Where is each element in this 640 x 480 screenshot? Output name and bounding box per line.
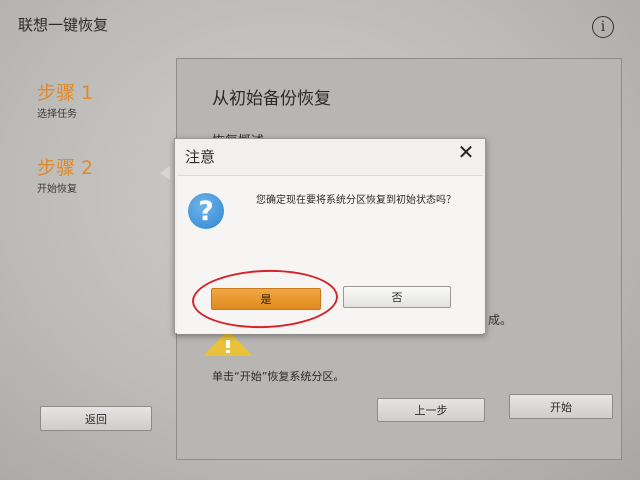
warning-icon (203, 330, 253, 360)
close-icon[interactable]: ✕ (455, 140, 477, 164)
question-icon: ? (188, 193, 224, 229)
back-button[interactable]: 返回 (40, 406, 152, 431)
step-subtitle: 开始恢复 (37, 184, 77, 195)
sidebar-step-2: 步骤 2 开始恢复 (37, 153, 93, 195)
status-text: 成。 (488, 313, 513, 327)
instruction-text: 单击“开始”恢复系统分区。 (212, 370, 345, 383)
app-title: 联想一键恢复 (18, 16, 109, 34)
page-title: 从初始备份恢复 (212, 89, 331, 109)
dialog-title: 注意 (185, 148, 216, 166)
previous-step-button[interactable]: 上一步 (377, 398, 485, 422)
sidebar-step-1: 步骤 1 选择任务 (37, 78, 93, 120)
step-pointer-arrow (160, 166, 170, 180)
info-icon[interactable]: i (592, 16, 614, 38)
step-title: 步骤 1 (37, 82, 94, 104)
start-button[interactable]: 开始 (509, 394, 613, 419)
no-button[interactable]: 否 (343, 286, 451, 308)
step-title: 步骤 2 (37, 157, 94, 179)
dialog-message: 您确定现在要将系统分区恢复到初始状态吗？ (256, 195, 456, 206)
step-subtitle: 选择任务 (37, 109, 77, 120)
